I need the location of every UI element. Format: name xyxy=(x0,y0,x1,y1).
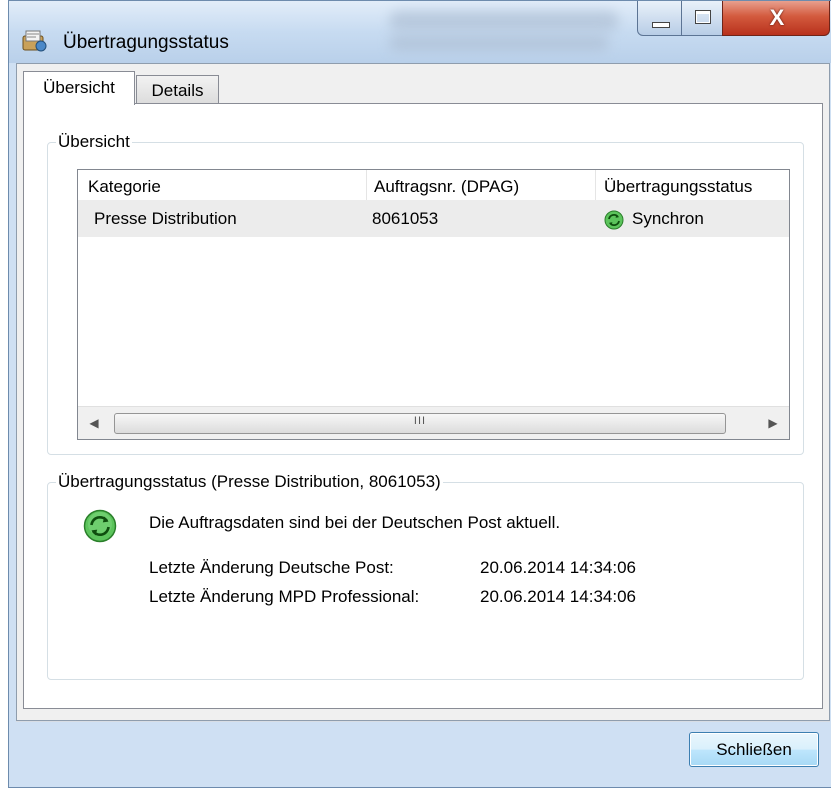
column-divider[interactable] xyxy=(595,170,596,200)
close-button[interactable]: Schließen xyxy=(689,732,819,767)
column-header-auftragsnr[interactable]: Auftragsnr. (DPAG) xyxy=(374,177,519,197)
overview-group-label: Übersicht xyxy=(56,132,132,152)
tab-label: Details xyxy=(151,81,204,100)
column-divider[interactable] xyxy=(366,170,367,200)
detail-label: Letzte Änderung MPD Professional: xyxy=(149,587,420,606)
scroll-left-button[interactable]: ◀ xyxy=(78,407,110,439)
window-title: Übertragungsstatus xyxy=(63,32,229,53)
column-header-status[interactable]: Übertragungsstatus xyxy=(604,177,752,197)
blurred-text xyxy=(389,35,609,51)
cell-auftragsnr: 8061053 xyxy=(372,209,439,228)
detail-label: Letzte Änderung Deutsche Post: xyxy=(149,558,394,577)
table-row[interactable]: Presse Distribution 8061053 Synchron xyxy=(78,200,789,237)
maximize-button[interactable] xyxy=(681,1,723,36)
cell-kategorie: Presse Distribution xyxy=(94,209,237,228)
status-group-label: Übertragungsstatus (Presse Distribution,… xyxy=(56,472,443,492)
cell-status: Synchron xyxy=(632,209,704,228)
scroll-thumb[interactable]: III xyxy=(114,413,726,434)
dialog-window: Übertragungsstatus X Übersicht Details Ü… xyxy=(8,0,831,788)
close-window-button[interactable]: X xyxy=(722,1,830,36)
detail-value: 20.06.2014 14:34:06 xyxy=(480,558,636,577)
blurred-text xyxy=(389,11,619,31)
status-message: Die Auftragsdaten sind bei der Deutschen… xyxy=(149,513,561,532)
maximize-icon xyxy=(695,10,711,24)
horizontal-scrollbar[interactable]: ◀ III ▶ xyxy=(78,406,789,439)
sync-icon xyxy=(83,509,117,543)
app-icon xyxy=(22,30,47,52)
detail-value: 20.06.2014 14:34:06 xyxy=(480,587,636,606)
footer-divider xyxy=(16,721,830,722)
tab-label: Übersicht xyxy=(43,78,115,97)
minimize-button[interactable] xyxy=(637,1,682,36)
tab-uebersicht[interactable]: Übersicht xyxy=(23,71,135,105)
column-header-kategorie[interactable]: Kategorie xyxy=(88,177,161,197)
tab-details[interactable]: Details xyxy=(136,75,219,105)
sync-icon xyxy=(604,210,624,230)
status-group xyxy=(47,482,804,680)
title-bar[interactable]: Übertragungsstatus X xyxy=(9,1,831,63)
scroll-right-button[interactable]: ▶ xyxy=(757,407,789,439)
caption-buttons: X xyxy=(637,1,831,36)
list-header: Kategorie Auftragsnr. (DPAG) Übertragung… xyxy=(78,170,789,201)
close-icon: X xyxy=(769,5,785,30)
minimize-icon xyxy=(652,22,670,28)
category-list[interactable]: Kategorie Auftragsnr. (DPAG) Übertragung… xyxy=(77,169,790,440)
scroll-grip: III xyxy=(413,415,427,427)
close-button-label: Schließen xyxy=(716,740,792,759)
